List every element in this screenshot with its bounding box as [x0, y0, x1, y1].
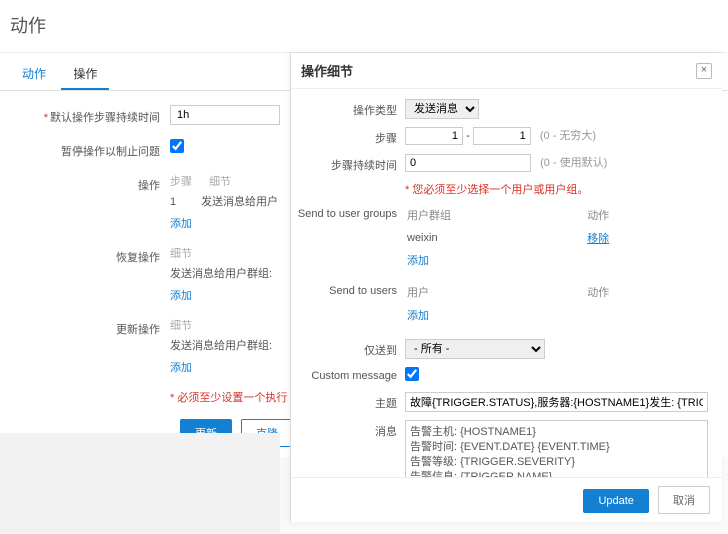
- operation-type-select[interactable]: 发送消息: [405, 99, 479, 119]
- groups-add-link[interactable]: 添加: [407, 255, 429, 267]
- steps-note: (0 - 无穷大): [540, 130, 596, 142]
- message-label: 消息: [295, 420, 405, 439]
- default-step-duration-label: *默认操作步骤持续时间: [40, 105, 170, 125]
- modal-update-button[interactable]: Update: [583, 489, 648, 513]
- custom-message-checkbox[interactable]: [405, 367, 419, 381]
- update-ops-header: 细节: [170, 317, 206, 333]
- steps-label: 步骤: [295, 127, 405, 146]
- send-users-label: Send to users: [295, 282, 405, 297]
- ops-step-header: 步骤: [170, 176, 206, 188]
- step-duration-label: 步骤持续时间: [295, 154, 405, 173]
- users-add-link[interactable]: 添加: [407, 310, 429, 322]
- groups-col-action: 动作: [587, 207, 706, 226]
- custom-message-label: Custom message: [295, 367, 405, 382]
- groups-col-group: 用户群组: [407, 207, 585, 226]
- table-row: weixin 移除: [407, 228, 706, 248]
- page-title: 动作: [0, 0, 728, 53]
- ops-add-link[interactable]: 添加: [170, 218, 192, 230]
- pause-suppressed-checkbox[interactable]: [170, 139, 184, 153]
- ops-step-value: 1: [170, 196, 198, 208]
- operations-label: 操作: [40, 173, 170, 193]
- send-groups-label: Send to user groups: [295, 205, 405, 220]
- update-ops-label: 更新操作: [40, 317, 170, 337]
- step-from-input[interactable]: [405, 127, 463, 145]
- recovery-header: 细节: [170, 245, 206, 261]
- close-icon[interactable]: ×: [696, 63, 712, 79]
- subject-label: 主题: [295, 392, 405, 411]
- tab-action[interactable]: 动作: [10, 59, 58, 88]
- step-to-input[interactable]: [473, 127, 531, 145]
- operation-details-modal: 操作细节 × 操作类型 发送消息 步骤 - (0 - 无穷大) 步骤持续时间: [290, 52, 722, 522]
- default-step-duration-input[interactable]: [170, 105, 280, 125]
- groups-row-remove-link[interactable]: 移除: [587, 233, 609, 245]
- subject-input[interactable]: [405, 392, 708, 412]
- groups-row-group: weixin: [407, 228, 585, 248]
- update-ops-text: 发送消息给用户群组:: [170, 337, 272, 353]
- must-set-hint: 必须至少设置一个执行: [177, 392, 287, 404]
- modal-cancel-button[interactable]: 取消: [658, 486, 710, 514]
- pause-suppressed-label: 暂停操作以制止问题: [40, 139, 170, 159]
- tab-operation[interactable]: 操作: [61, 59, 109, 90]
- step-duration-note: (0 - 使用默认): [540, 157, 607, 169]
- operation-type-label: 操作类型: [295, 99, 405, 118]
- send-only-select[interactable]: - 所有 -: [405, 339, 545, 359]
- send-only-label: 仅送到: [295, 339, 405, 358]
- bottom-strip: [0, 433, 280, 533]
- users-col-action: 动作: [587, 284, 706, 303]
- ops-detail-header: 细节: [209, 176, 245, 188]
- recovery-text: 发送消息给用户群组:: [170, 265, 272, 281]
- recovery-label: 恢复操作: [40, 245, 170, 265]
- step-duration-input[interactable]: [405, 154, 531, 172]
- modal-title: 操作细节: [301, 61, 353, 80]
- ops-detail-value: 发送消息给用户: [201, 196, 278, 208]
- recovery-add-link[interactable]: 添加: [170, 290, 192, 302]
- users-col-user: 用户: [407, 284, 585, 303]
- must-select-note: 您必须至少选择一个用户或用户组。: [412, 184, 588, 196]
- update-ops-add-link[interactable]: 添加: [170, 362, 192, 374]
- message-textarea[interactable]: [405, 420, 708, 477]
